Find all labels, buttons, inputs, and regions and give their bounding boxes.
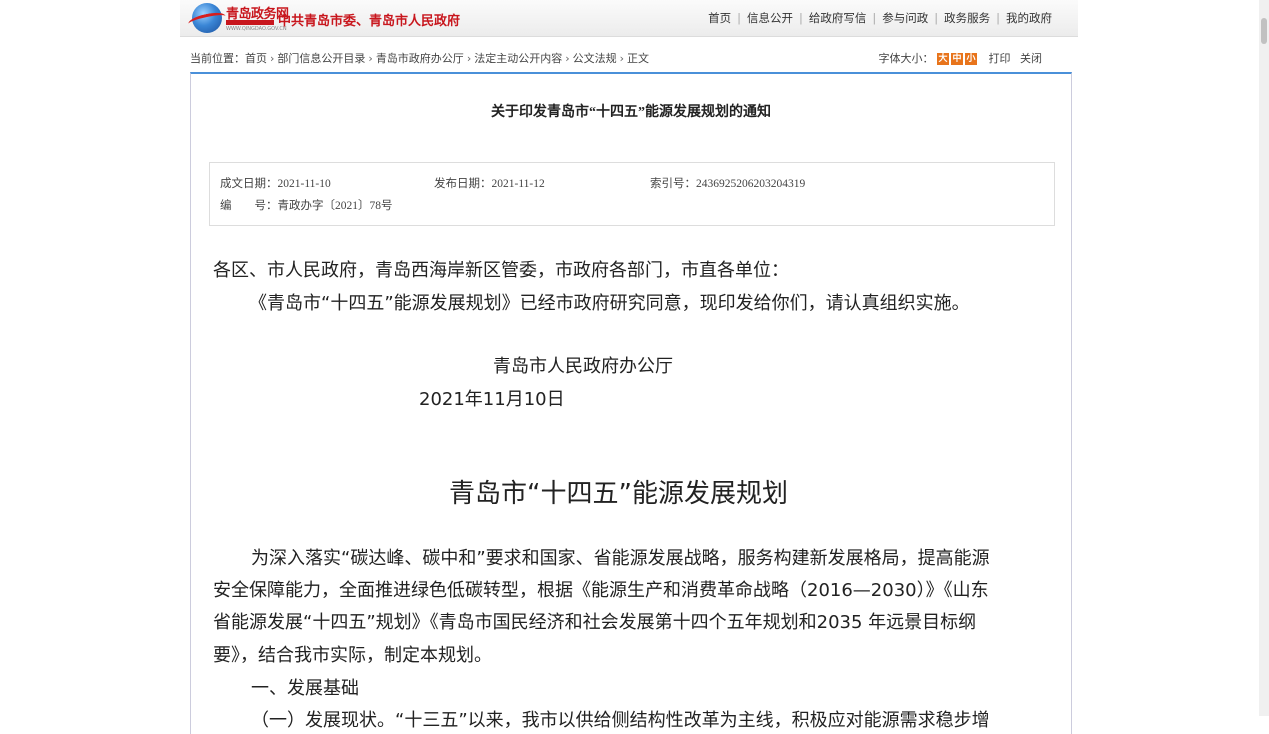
paragraph-line: （一）发展现状。“十三五”以来，我市以供给侧结构性改革为主线，积极应对能源需求稳… bbox=[251, 710, 990, 731]
article-panel: 关于印发青岛市“十四五”能源发展规划的通知 成文日期：2021-11-10 发布… bbox=[190, 72, 1072, 734]
nav-participate[interactable]: 参与问政 bbox=[882, 11, 928, 25]
notice-text: 《青岛市“十四五”能源发展规划》已经市政府研究同意，现印发给你们，请认真组织实施… bbox=[249, 293, 970, 314]
plan-title: 青岛市“十四五”能源发展规划 bbox=[449, 479, 788, 509]
chevron-right-icon: › bbox=[565, 52, 570, 65]
nav-services[interactable]: 政务服务 bbox=[944, 11, 990, 25]
meta-index-no: 索引号：2436925206203204319 bbox=[650, 178, 806, 190]
section-heading: 一、发展基础 bbox=[251, 678, 359, 699]
logo-underline bbox=[226, 20, 274, 25]
breadcrumb-directory[interactable]: 部门信息公开目录 bbox=[277, 52, 365, 65]
meta-doc-no: 编 号：青政办字〔2021〕78号 bbox=[220, 200, 393, 212]
nav-info-public[interactable]: 信息公开 bbox=[747, 11, 793, 25]
breadcrumb-statutory[interactable]: 法定主动公开内容 bbox=[474, 52, 562, 65]
breadcrumb-current: 正文 bbox=[627, 52, 650, 65]
chevron-right-icon: › bbox=[368, 52, 373, 65]
nav-write-letter[interactable]: 给政府写信 bbox=[809, 11, 867, 25]
chevron-right-icon: › bbox=[270, 52, 275, 65]
nav-home[interactable]: 首页 bbox=[708, 11, 731, 25]
nav-separator: | bbox=[872, 11, 877, 25]
page: 青岛政务网 WWW.QINGDAO.GOV.CN 中共青岛市委、青岛市人民政府 … bbox=[180, 0, 1078, 734]
breadcrumb-documents[interactable]: 公文法规 bbox=[573, 52, 617, 65]
paragraph-line: 省能源发展“十四五”规划》《青岛市国民经济和社会发展第十四个五年规划和2035 … bbox=[213, 612, 977, 633]
issue-date: 2021年11月10日 bbox=[419, 389, 565, 410]
breadcrumb-home[interactable]: 首页 bbox=[245, 52, 267, 65]
page-scrollbar[interactable] bbox=[1259, 0, 1269, 716]
nav-separator: | bbox=[934, 11, 939, 25]
font-medium-button[interactable]: 中 bbox=[951, 53, 963, 65]
breadcrumb-prefix: 当前位置： bbox=[190, 52, 245, 65]
nav-separator: | bbox=[737, 11, 741, 25]
scrollbar-thumb[interactable] bbox=[1261, 18, 1267, 44]
font-size-label: 字体大小： bbox=[878, 52, 934, 65]
issuer: 青岛市人民政府办公厅 bbox=[493, 356, 673, 377]
paragraph-line: 为深入落实“碳达峰、碳中和”要求和国家、省能源发展战略，服务构建新发展格局，提高… bbox=[251, 548, 990, 569]
font-large-button[interactable]: 大 bbox=[937, 53, 949, 65]
top-nav: 首页 | 信息公开 | 给政府写信 | 参与问政 | 政务服务 | 我的政府 bbox=[708, 10, 1052, 26]
document-meta: 成文日期：2021-11-10 发布日期：2021-11-12 索引号：2436… bbox=[209, 162, 1055, 226]
breadcrumb-office[interactable]: 青岛市政府办公厅 bbox=[376, 52, 464, 65]
breadcrumb: 当前位置：首页 › 部门信息公开目录 › 青岛市政府办公厅 › 法定主动公开内容 › 公文法规 ›… bbox=[190, 50, 1078, 70]
chevron-right-icon: › bbox=[619, 52, 625, 65]
addressee: 各区、市人民政府，青岛西海岸新区管委，市政府各部门，市直各单位： bbox=[213, 260, 789, 281]
font-size-controls: 字体大小： 大中小 打印 关闭 bbox=[878, 50, 1042, 66]
meta-date-written: 成文日期：2021-11-10 bbox=[220, 178, 331, 190]
top-header: 青岛政务网 WWW.QINGDAO.GOV.CN 中共青岛市委、青岛市人民政府 … bbox=[180, 0, 1078, 37]
chevron-right-icon: › bbox=[466, 52, 472, 65]
font-small-button[interactable]: 小 bbox=[965, 53, 977, 65]
paragraph-line: 安全保障能力，全面推进绿色低碳转型，根据《能源生产和消费革命战略（2016—20… bbox=[213, 580, 989, 601]
close-link[interactable]: 关闭 bbox=[1020, 52, 1042, 65]
print-link[interactable]: 打印 bbox=[989, 52, 1011, 65]
meta-date-published: 发布日期：2021-11-12 bbox=[434, 178, 545, 190]
document-title: 关于印发青岛市“十四五”能源发展规划的通知 bbox=[491, 105, 771, 120]
nav-separator: | bbox=[996, 11, 1000, 25]
paragraph-line: 要》，结合我市实际，制定本规划。 bbox=[213, 645, 492, 666]
site-name: 中共青岛市委、青岛市人民政府 bbox=[278, 14, 461, 29]
nav-separator: | bbox=[799, 11, 803, 25]
nav-my-government[interactable]: 我的政府 bbox=[1006, 11, 1052, 25]
